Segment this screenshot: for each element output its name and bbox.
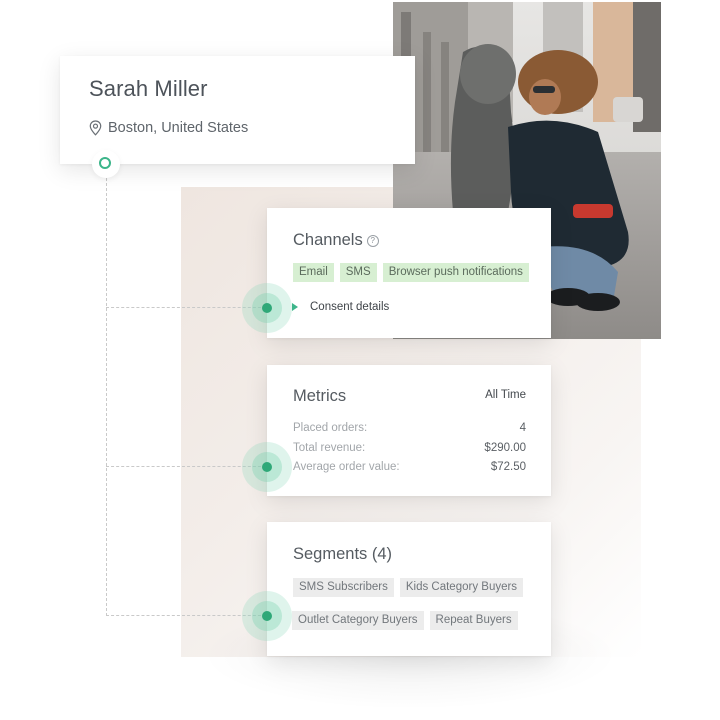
segment-chip-repeat-buyers: Repeat Buyers (429, 611, 518, 630)
metric-value: 4 (519, 422, 526, 434)
connector-line-vertical (106, 178, 107, 616)
metric-value: $72.50 (490, 461, 526, 473)
triangle-right-icon (292, 303, 298, 311)
channels-title: Channels? (293, 231, 379, 250)
profile-card: Sarah Miller Boston, United States (60, 56, 415, 164)
segment-chip-sms-subscribers: SMS Subscribers (293, 578, 394, 597)
consent-details-label: Consent details (310, 301, 390, 313)
metrics-card: Metrics All Time Placed orders: 4 Total … (267, 365, 551, 496)
timeline-start-node (92, 150, 120, 178)
metrics-title: Metrics (293, 387, 347, 405)
segment-chips-row-2: Outlet Category Buyers Repeat Buyers (292, 611, 518, 630)
segment-chip-kids-category-buyers: Kids Category Buyers (399, 578, 524, 597)
channels-card: Channels? Email SMS Browser push notific… (267, 208, 551, 338)
profile-name: Sarah Miller (89, 76, 208, 101)
metrics-range-selector[interactable]: All Time (485, 389, 526, 401)
metric-row-average-order-value: Average order value: $72.50 (293, 458, 526, 478)
timeline-node-channels (242, 283, 292, 333)
timeline-node-metrics (242, 442, 292, 492)
timeline-node-segments (242, 591, 292, 641)
segments-title: Segments (4) (293, 545, 393, 563)
metric-label: Placed orders: (293, 422, 368, 434)
location-text: Boston, United States (108, 120, 249, 136)
map-pin-icon (89, 120, 102, 136)
channel-chips: Email SMS Browser push notifications (293, 263, 529, 282)
metrics-list: Placed orders: 4 Total revenue: $290.00 … (293, 419, 526, 478)
channel-chip-email: Email (293, 263, 334, 282)
metric-label: Total revenue: (293, 441, 366, 454)
metric-row-total-revenue: Total revenue: $290.00 (293, 439, 526, 459)
segments-card: Segments (4) SMS Subscribers Kids Catego… (267, 522, 551, 656)
question-circle-icon[interactable]: ? (366, 235, 379, 247)
metric-row-placed-orders: Placed orders: 4 (293, 419, 526, 439)
metric-value: $290.00 (484, 441, 526, 454)
segment-chips-row-1: SMS Subscribers Kids Category Buyers (293, 578, 524, 597)
channel-chip-sms: SMS (339, 263, 377, 282)
channel-chip-browser-push: Browser push notifications (382, 263, 529, 282)
consent-details-toggle[interactable]: Consent details (292, 301, 389, 313)
profile-location: Boston, United States (89, 120, 248, 136)
segment-chip-outlet-category-buyers: Outlet Category Buyers (292, 611, 424, 630)
metric-label: Average order value: (293, 461, 400, 473)
